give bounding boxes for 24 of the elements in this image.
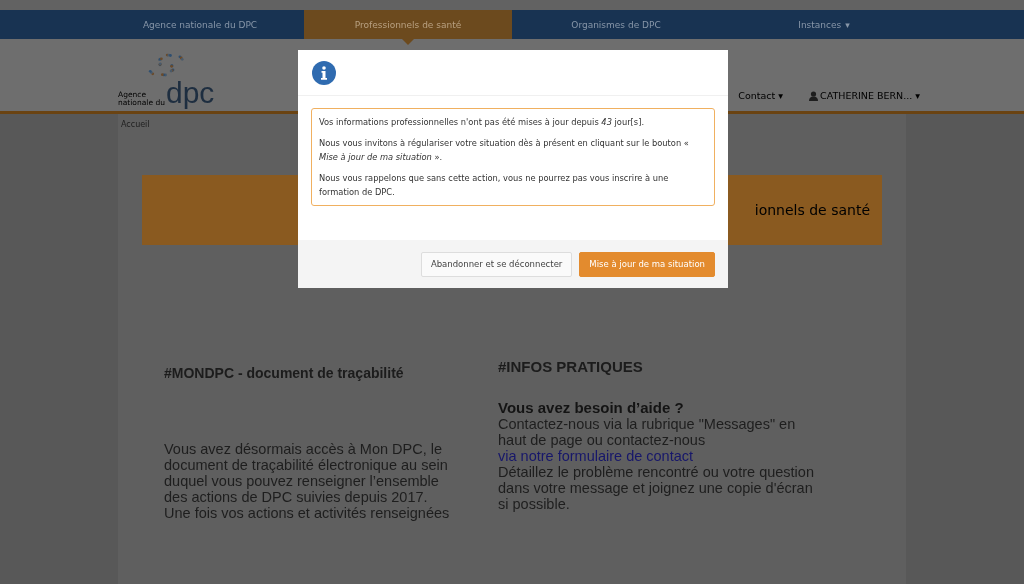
logout-button[interactable]: Abandonner et se déconnecter [420, 251, 573, 277]
nav-tab[interactable]: Agence nationale du DPC [96, 10, 304, 39]
paragraph: Vous avez désormais accès à Mon DPC, le document de traçabilité électronique au sein duquel vous pouvez renseigner l’ensemble des actions de DPC suivies depuis 2017. [164, 441, 449, 505]
paragraph: Détaillez le problème rencontré ou votre question dans votre message et joignez une copie d'écran si possible. [498, 464, 815, 512]
nav-tab[interactable]: Organismes de DPC [512, 10, 720, 39]
section-heading: #MONDPC - document de traçabilité [164, 365, 405, 381]
nav-tab[interactable]: Professionnels de santé [304, 10, 512, 39]
info-icon [312, 60, 336, 85]
logo-wordmark: dpc [166, 79, 215, 107]
contact-form-link[interactable]: via notre formulaire de contact [498, 448, 694, 464]
nav-tab[interactable]: Instances ▾ [720, 10, 928, 39]
person-icon [809, 90, 819, 101]
alert-text: Vos informations professionnelles n'ont pas été mises à jour depuis 43 jour[s]. [319, 116, 646, 129]
alert-text: Nous vous rappelons que sans cette action, vous ne pourrez pas vous inscrire à une formation de DPC. [319, 172, 670, 199]
user-menu[interactable]: CATHERINE BERN... ▾ [809, 90, 920, 101]
breadcrumb-link[interactable]: Accueil [118, 114, 153, 135]
banner-title: ionnels de santé [754, 202, 870, 218]
section-heading: #INFOS PRATIQUES [498, 358, 644, 375]
paragraph: Une fois vos actions et activités renseignées [164, 505, 451, 521]
paragraph: Contactez-nous via la rubrique "Messages" en haut de page ou contactez-nous via notre formulaire de contact [498, 416, 797, 464]
contact-menu[interactable]: Contact ▾ [738, 90, 784, 101]
update-button[interactable]: Mise à jour de ma situation [579, 251, 715, 277]
alert-text: Nous vous invitons à régulariser votre situation dès à présent en cliquant sur le bouton « Mise à jour de ma situation ». [319, 137, 690, 164]
help-heading: Vous avez besoin d’aide ? [498, 399, 685, 416]
